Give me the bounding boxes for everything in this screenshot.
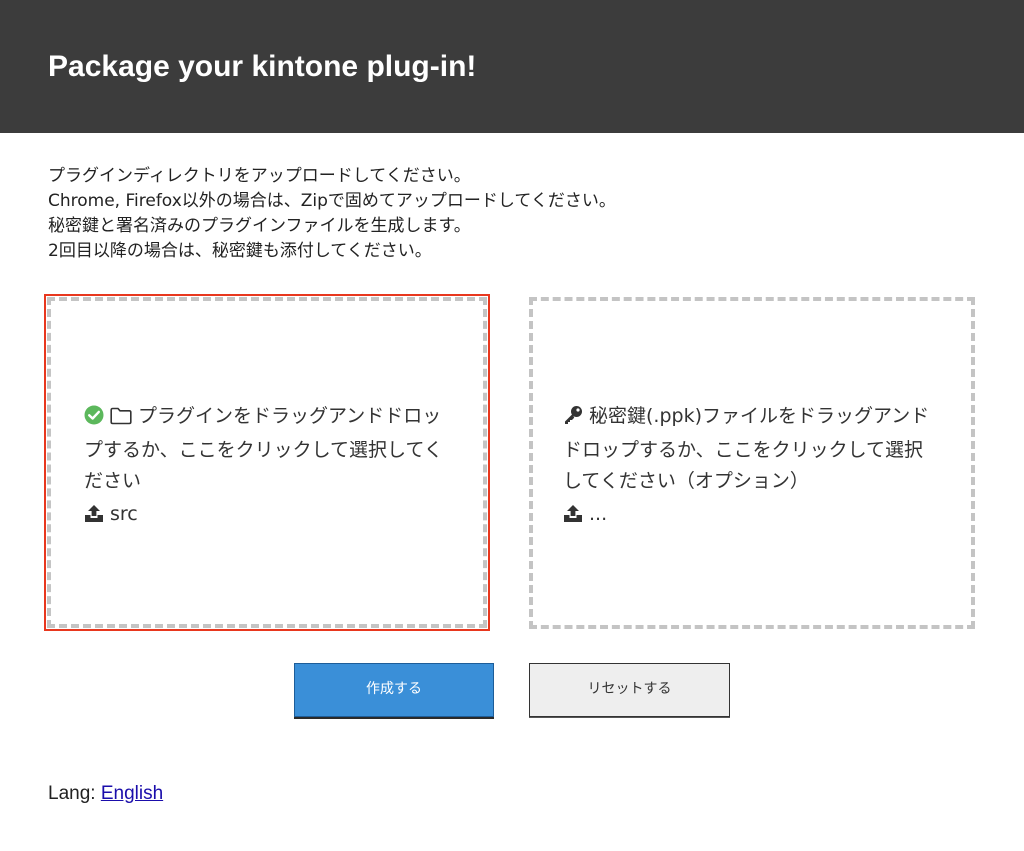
- instructions: プラグインディレクトリをアップロードしてください。 Chrome, Firefo…: [48, 164, 988, 264]
- private-key-file-row: ...: [563, 499, 941, 533]
- lang-label: Lang:: [48, 783, 96, 804]
- reset-button[interactable]: リセットする: [529, 663, 730, 717]
- plugin-dropzone[interactable]: プラグインをドラッグアンドドロップするか、ここをクリックして選択してください s…: [44, 294, 490, 631]
- instruction-line: プラグインディレクトリをアップロードしてください。: [48, 166, 471, 186]
- instruction-line: 秘密鍵と署名済みのプラグインファイルを生成します。: [48, 216, 471, 236]
- plugin-dropzone-label: プラグインをドラッグアンドドロップするか、ここをクリックして選択してください: [84, 405, 443, 492]
- private-key-file-name: ...: [589, 503, 608, 525]
- check-circle-icon: [84, 404, 104, 435]
- page-title: Package your kintone plug-in!: [48, 50, 477, 83]
- folder-icon: [110, 404, 132, 435]
- plugin-file-name: src: [110, 503, 138, 525]
- upload-icon: [563, 502, 583, 533]
- english-lang-link[interactable]: English: [101, 783, 163, 804]
- private-key-dropzone-body: 秘密鍵(.ppk)ファイルをドラッグアンドドロップするか、ここをクリックして選択…: [563, 401, 941, 533]
- plugin-file-row: src: [84, 499, 453, 533]
- private-key-dropzone-label: 秘密鍵(.ppk)ファイルをドラッグアンドドロップするか、ここをクリックして選択…: [563, 405, 930, 492]
- plugin-dropzone-body: プラグインをドラッグアンドドロップするか、ここをクリックして選択してください s…: [84, 401, 453, 533]
- upload-icon: [84, 502, 104, 533]
- private-key-dropzone[interactable]: 秘密鍵(.ppk)ファイルをドラッグアンドドロップするか、ここをクリックして選択…: [529, 297, 975, 629]
- plugin-dropzone-label-row: プラグインをドラッグアンドドロップするか、ここをクリックして選択してください: [84, 401, 453, 497]
- page-header: Package your kintone plug-in!: [0, 0, 1024, 133]
- private-key-dropzone-label-row: 秘密鍵(.ppk)ファイルをドラッグアンドドロップするか、ここをクリックして選択…: [563, 401, 941, 497]
- key-icon: [563, 404, 583, 435]
- instruction-line: 2回目以降の場合は、秘密鍵も添付してください。: [48, 241, 432, 261]
- language-switcher: Lang: English: [48, 781, 163, 807]
- instruction-line: Chrome, Firefox以外の場合は、Zipで固めてアップロードしてくださ…: [48, 191, 616, 211]
- create-button[interactable]: 作成する: [294, 663, 494, 717]
